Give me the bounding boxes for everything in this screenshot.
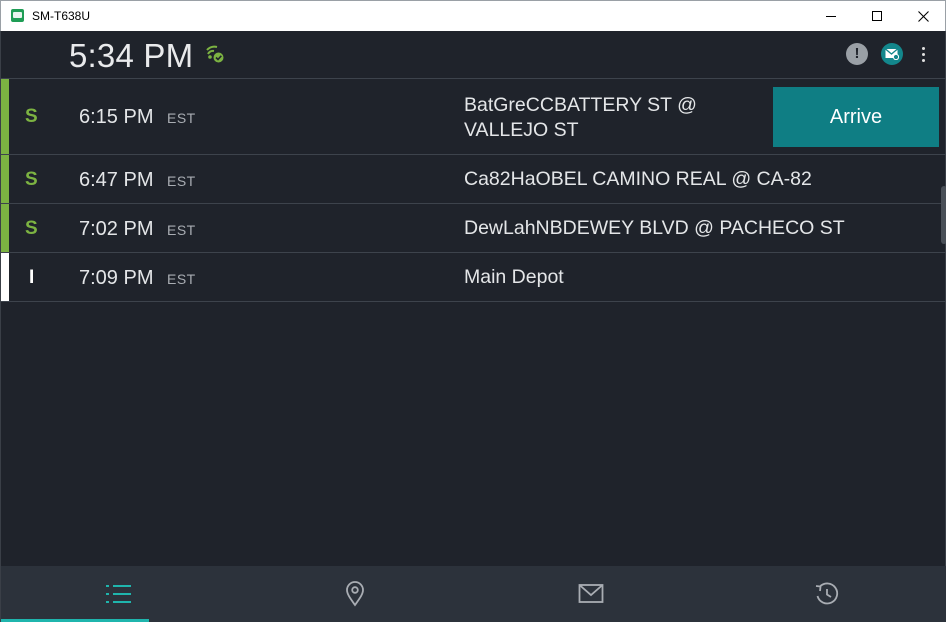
stop-row[interactable]: S 7:02 PM EST DewLahNBDEWEY BLVD @ PACHE… [1,204,946,253]
tab-history[interactable] [709,566,945,622]
minimize-icon [826,16,836,17]
maximize-icon [872,11,882,21]
tab-messages[interactable] [473,566,709,622]
gps-signal-icon [206,45,224,63]
stop-time: 7:09 PM [79,267,154,289]
stop-list: S 6:15 PM EST BatGreCCBATTERY ST @ VALLE… [1,79,946,302]
stop-address: DewLahNBDEWEY BLVD @ PACHECO ST [464,217,845,239]
stop-timezone: EST [167,222,196,238]
bottom-navigation [1,566,946,622]
stop-type: S [25,218,38,239]
scrollbar-thumb[interactable] [941,186,946,244]
app-window: 5:34 PM ! S 6:15 PM EST BatGreCCBATTERY … [0,31,946,622]
stop-type: S [25,169,38,190]
tab-stops[interactable] [1,566,237,622]
stop-time: 6:15 PM [79,106,154,128]
stop-time: 6:47 PM [79,169,154,191]
stop-address: Ca82HaOBEL CAMINO REAL @ CA-82 [464,168,812,190]
history-icon [815,582,839,605]
stop-status-stripe [1,204,9,252]
messages-badge-icon[interactable] [881,43,903,65]
current-time: 5:34 PM [69,37,194,74]
tab-map[interactable] [237,566,473,622]
alert-icon[interactable]: ! [846,43,868,65]
stop-type: I [29,267,35,288]
status-bar: 5:34 PM ! [1,31,946,79]
maximize-button[interactable] [854,1,900,31]
close-button[interactable] [900,1,946,31]
stop-timezone: EST [167,271,196,287]
more-options-icon[interactable] [917,44,929,64]
stop-status-stripe [1,155,9,203]
stop-type: S [25,106,38,127]
stop-address: Main Depot [464,266,564,288]
envelope-icon [885,48,899,60]
arrive-button[interactable]: Arrive [773,87,939,147]
mail-icon [578,584,604,603]
stop-time: 7:02 PM [79,218,154,240]
stop-status-stripe [1,79,9,154]
stop-timezone: EST [167,173,196,189]
map-pin-icon [346,581,364,607]
stop-address: BatGreCCBATTERY ST @ VALLEJO ST [464,93,697,143]
app-icon [11,9,24,22]
stop-row[interactable]: S 6:15 PM EST BatGreCCBATTERY ST @ VALLE… [1,79,946,155]
list-icon [106,585,131,603]
window-titlebar: SM-T638U [0,0,946,31]
stop-address-line1: BatGreCCBATTERY ST @ [464,94,697,116]
stop-row[interactable]: I 7:09 PM EST Main Depot [1,253,946,302]
window-title: SM-T638U [32,9,91,23]
stop-status-stripe [1,253,9,301]
close-icon [917,10,929,22]
stop-address-line2: VALLEJO ST [464,119,579,141]
stop-timezone: EST [167,110,196,126]
minimize-button[interactable] [808,1,854,31]
stop-row[interactable]: S 6:47 PM EST Ca82HaOBEL CAMINO REAL @ C… [1,155,946,204]
